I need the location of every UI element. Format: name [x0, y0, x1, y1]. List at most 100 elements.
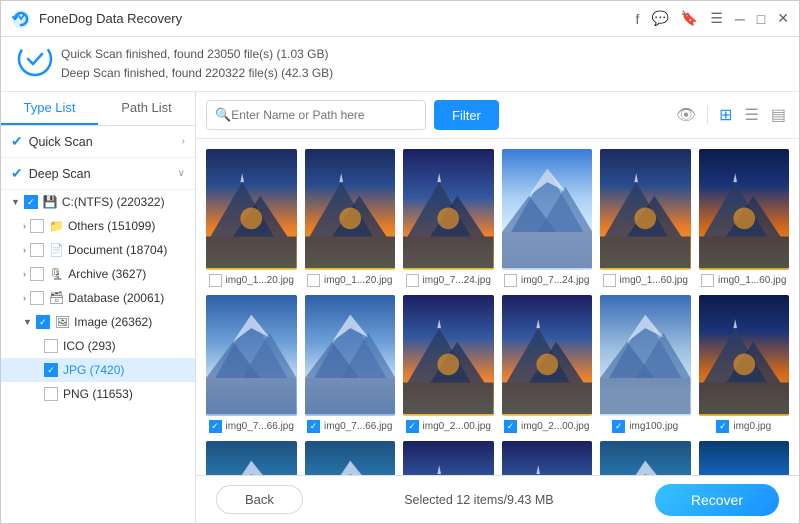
list-item[interactable]: img0_7...24.jpg — [502, 149, 593, 287]
app-title: FoneDog Data Recovery — [39, 11, 636, 26]
maximize-icon[interactable]: □ — [757, 11, 765, 27]
image-checkbox[interactable] — [209, 274, 222, 287]
search-input[interactable] — [231, 108, 417, 122]
db-icon: 🗃 — [49, 291, 64, 305]
tree-item-document[interactable]: › 📄 Document (18704) — [1, 238, 195, 262]
image-checkbox[interactable] — [504, 274, 517, 287]
quick-scan-info: Quick Scan finished, found 23050 file(s)… — [61, 45, 783, 64]
doc-icon: 📄 — [49, 243, 64, 257]
image-checkbox[interactable]: ✓ — [504, 420, 517, 433]
toolbar: 🔍 Filter 👁 ⊞ ☰ ▤ — [196, 92, 799, 139]
list-item[interactable]: img2.jpg — [699, 441, 790, 475]
list-item[interactable]: ✓img100.jpg — [600, 295, 691, 433]
tree-item-database[interactable]: › 🗃 Database (20061) — [1, 286, 195, 310]
image-name: img0_7...24.jpg — [423, 275, 491, 286]
back-button[interactable]: Back — [216, 485, 303, 514]
image-name: img0_7...66.jpg — [324, 421, 392, 432]
bookmark-icon[interactable]: 🔖 — [681, 10, 698, 27]
tree-item-archive[interactable]: › 🗜 Archive (3627) — [1, 262, 195, 286]
image-name: img0_2...00.jpg — [423, 421, 491, 432]
list-item[interactable]: ✓ img0_2...00.jpg — [403, 295, 494, 433]
filter-button[interactable]: Filter — [434, 100, 499, 130]
image-checkbox[interactable]: ✓ — [716, 420, 729, 433]
archive-checkbox[interactable] — [30, 267, 44, 281]
tree-item-png[interactable]: › PNG (11653) — [1, 382, 195, 406]
image-checkbox[interactable]: ✓ — [406, 420, 419, 433]
ico-checkbox[interactable] — [44, 339, 58, 353]
grid-view-icon[interactable]: ⊞ — [716, 102, 735, 128]
png-checkbox[interactable] — [44, 387, 58, 401]
list-item[interactable]: img0_1...60.jpg — [600, 149, 691, 287]
list-item[interactable]: ✓img0.jpg — [699, 295, 790, 433]
list-item[interactable]: img0_7...24.jpg — [403, 149, 494, 287]
list-item[interactable]: ✓img0_2...00.jpg — [502, 295, 593, 433]
facebook-icon[interactable]: f — [636, 11, 640, 27]
list-item[interactable]: img0.jpg — [206, 441, 297, 475]
db-checkbox[interactable] — [30, 291, 44, 305]
search-box[interactable]: 🔍 — [206, 100, 426, 130]
search-icon: 🔍 — [215, 107, 231, 123]
drive-arrow-icon: ▼ — [11, 197, 20, 207]
toolbar-right: 👁 ⊞ ☰ ▤ — [673, 102, 789, 128]
image-checkbox[interactable] — [406, 274, 419, 287]
status-text: Selected 12 items/9.43 MB — [303, 493, 655, 507]
minimize-icon[interactable]: ─ — [735, 11, 745, 27]
right-panel: 🔍 Filter 👁 ⊞ ☰ ▤ img0_1...20.jpg img0_1.… — [196, 92, 799, 523]
image-checkbox[interactable]: ✓ — [209, 420, 222, 433]
others-checkbox[interactable] — [30, 219, 44, 233]
image-checkbox[interactable] — [701, 274, 714, 287]
list-item[interactable]: img102.jpg — [600, 441, 691, 475]
image-checkbox[interactable] — [603, 274, 616, 287]
image-checkbox[interactable]: ✓ — [307, 420, 320, 433]
image-checkbox[interactable]: ✓ — [612, 420, 625, 433]
tree-item-others[interactable]: › 📁 Others (151099) — [1, 214, 195, 238]
others-arrow-icon: › — [23, 221, 26, 231]
image-grid: img0_1...20.jpg img0_1...20.jpg img0_7..… — [196, 139, 799, 475]
tree-item-jpg[interactable]: › ✓ JPG (7420) — [1, 358, 195, 382]
list-item[interactable]: img100.jpg — [305, 441, 396, 475]
tree-item-drive[interactable]: ▼ ✓ 💾 C:(NTFS) (220322) — [1, 190, 195, 214]
preview-icon[interactable]: 👁 — [673, 102, 699, 128]
tree-item-image[interactable]: ▼ ✓ 🖼 Image (26362) — [1, 310, 195, 334]
others-icon: 📁 — [49, 219, 64, 233]
list-view-icon[interactable]: ☰ — [742, 102, 762, 128]
image-checkbox[interactable]: ✓ — [36, 315, 50, 329]
titlebar-controls: f 💬 🔖 ☰ ─ □ ✕ — [636, 10, 789, 27]
tab-path-list[interactable]: Path List — [98, 92, 195, 125]
list-item[interactable]: ✓ img0_7...66.jpg — [305, 295, 396, 433]
list-item[interactable]: img0_2...40.jpg — [502, 441, 593, 475]
doc-checkbox[interactable] — [30, 243, 44, 257]
quick-scan-expand-icon: › — [182, 136, 185, 147]
quick-scan-item[interactable]: ✔ Quick Scan › — [1, 126, 195, 158]
list-item[interactable]: img0_1...60.jpg — [699, 149, 790, 287]
tab-type-list[interactable]: Type List — [1, 92, 98, 125]
drive-icon: 💾 — [43, 195, 58, 209]
recover-button[interactable]: Recover — [655, 484, 779, 516]
quick-scan-label: Quick Scan — [29, 135, 93, 149]
menu-icon[interactable]: ☰ — [710, 10, 723, 27]
drive-checkbox[interactable]: ✓ — [24, 195, 38, 209]
chat-icon[interactable]: 💬 — [651, 10, 668, 27]
tree-item-ico[interactable]: › ICO (293) — [1, 334, 195, 358]
image-name: img0_7...24.jpg — [521, 275, 589, 286]
deep-scan-info: Deep Scan finished, found 220322 file(s)… — [61, 64, 783, 83]
list-item[interactable]: img0_2...40.jpg — [403, 441, 494, 475]
png-label: PNG (11653) — [63, 387, 133, 401]
jpg-label: JPG (7420) — [63, 363, 124, 377]
image-arrow-icon: ▼ — [23, 317, 32, 327]
image-checkbox[interactable] — [307, 274, 320, 287]
list-item[interactable]: img0_1...20.jpg — [206, 149, 297, 287]
close-icon[interactable]: ✕ — [777, 10, 789, 27]
others-label: Others (151099) — [68, 219, 155, 233]
list-item[interactable]: ✓ img0_7...66.jpg — [206, 295, 297, 433]
doc-arrow-icon: › — [23, 245, 26, 255]
quick-scan-check-icon: ✔ — [11, 133, 23, 150]
scan-complete-icon — [17, 41, 53, 77]
app-logo — [11, 9, 31, 29]
image-name: img0_7...66.jpg — [226, 421, 294, 432]
deep-scan-item[interactable]: ✔ Deep Scan ∨ — [1, 158, 195, 190]
image-label: Image (26362) — [74, 315, 152, 329]
list-item[interactable]: img0_1...20.jpg — [305, 149, 396, 287]
detail-view-icon[interactable]: ▤ — [768, 102, 789, 128]
jpg-checkbox[interactable]: ✓ — [44, 363, 58, 377]
